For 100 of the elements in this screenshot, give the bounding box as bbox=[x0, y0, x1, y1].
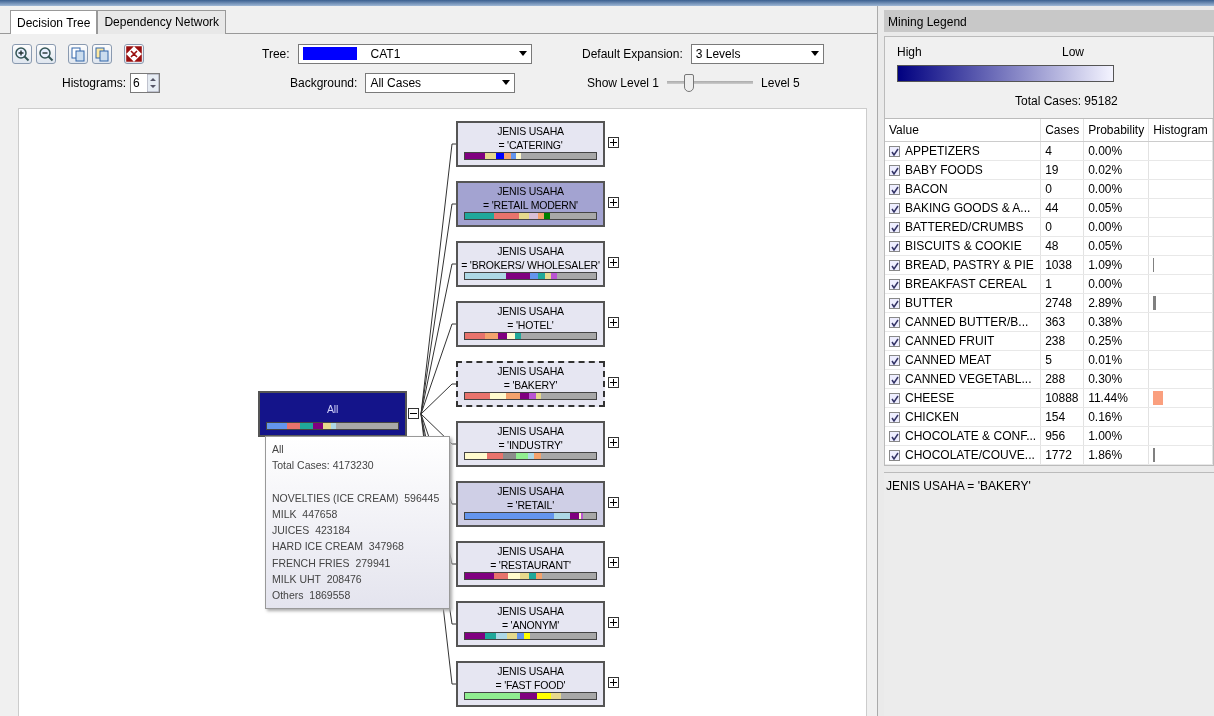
node-attribute: JENIS USAHA bbox=[496, 544, 565, 558]
tooltip-total: Total Cases: 4173230 bbox=[272, 458, 375, 474]
checkbox[interactable] bbox=[889, 222, 900, 233]
background-label: Background: bbox=[290, 74, 358, 92]
checkbox[interactable] bbox=[889, 317, 900, 328]
node-condition: = 'BAKERY' bbox=[502, 378, 559, 392]
expand-icon[interactable] bbox=[608, 677, 619, 688]
toolbar-button[interactable] bbox=[92, 43, 112, 64]
tree-node[interactable]: JENIS USAHA = 'ANONYM' bbox=[456, 601, 605, 647]
caret-icon bbox=[519, 51, 527, 56]
tree-node[interactable]: JENIS USAHA = 'BROKERS/ WHOLESALER' bbox=[456, 241, 605, 287]
tree-node[interactable]: JENIS USAHA = 'CATERING' bbox=[456, 121, 605, 167]
tree-node[interactable]: JENIS USAHA = 'RETAIL MODERN' bbox=[456, 181, 605, 227]
node-attribute: JENIS USAHA bbox=[496, 484, 565, 498]
value-text: CHOCOLATE/COUVE... bbox=[905, 447, 1035, 462]
tooltip-item: Others 1869558 bbox=[272, 588, 352, 604]
tree-node[interactable]: JENIS USAHA = 'INDUSTRY' bbox=[456, 421, 605, 467]
tree-node[interactable]: JENIS USAHA = 'RESTAURANT' bbox=[456, 541, 605, 587]
table-cell: 0.02% bbox=[1083, 160, 1149, 179]
checkbox[interactable] bbox=[889, 203, 900, 214]
tab[interactable]: Decision Tree bbox=[10, 10, 98, 34]
checkbox[interactable] bbox=[889, 165, 900, 176]
node-condition: = 'FAST FOOD' bbox=[494, 678, 567, 692]
total-cases: Total Cases: 95182 bbox=[1015, 93, 1119, 110]
table-cell: 0.05% bbox=[1083, 236, 1149, 255]
zoom-in-icon bbox=[14, 45, 30, 62]
value-text: BREAD, PASTRY & PIE bbox=[905, 257, 1034, 272]
table-cell: 2.89% bbox=[1083, 293, 1149, 312]
expand-icon[interactable] bbox=[608, 257, 619, 268]
table-cell: 0.00% bbox=[1083, 274, 1149, 293]
table-cell: 1 bbox=[1040, 274, 1084, 293]
table-cell: 288 bbox=[1040, 369, 1084, 388]
slider-thumb[interactable] bbox=[683, 73, 694, 92]
expansion-select[interactable]: 3 Levels bbox=[690, 43, 824, 64]
table-cell: 44 bbox=[1040, 198, 1084, 217]
expand-icon[interactable] bbox=[608, 557, 619, 568]
checkbox[interactable] bbox=[889, 298, 900, 309]
checkbox[interactable] bbox=[889, 260, 900, 271]
expand-icon[interactable] bbox=[608, 317, 619, 328]
node-attribute: JENIS USAHA bbox=[496, 604, 565, 618]
table-cell: 238 bbox=[1040, 331, 1084, 350]
tree-node[interactable]: JENIS USAHA = 'FAST FOOD' bbox=[456, 661, 605, 707]
toolbar-button[interactable] bbox=[12, 43, 32, 64]
high-label: High bbox=[897, 44, 922, 61]
checkbox[interactable] bbox=[889, 184, 900, 195]
tree-node[interactable]: JENIS USAHA = 'HOTEL' bbox=[456, 301, 605, 347]
value-text: BATTERED/CRUMBS bbox=[905, 219, 1024, 234]
checkbox[interactable] bbox=[889, 336, 900, 347]
value-text: BACON bbox=[905, 181, 948, 196]
checkbox[interactable] bbox=[889, 431, 900, 442]
checkbox[interactable] bbox=[889, 412, 900, 423]
toolbar-button[interactable] bbox=[124, 43, 144, 64]
expand-icon[interactable] bbox=[608, 497, 619, 508]
node-condition: = 'BROKERS/ WHOLESALER' bbox=[460, 258, 601, 272]
background-select[interactable]: All Cases bbox=[365, 72, 516, 93]
tooltip-item: MILK UHT 208476 bbox=[272, 572, 363, 588]
expand-icon[interactable] bbox=[608, 197, 619, 208]
checkbox[interactable] bbox=[889, 355, 900, 366]
expand-icon[interactable] bbox=[608, 437, 619, 448]
node-condition: = 'CATERING' bbox=[497, 138, 564, 152]
tab[interactable]: Dependency Network bbox=[97, 10, 227, 34]
copy-icon bbox=[70, 45, 86, 62]
checkbox[interactable] bbox=[889, 279, 900, 290]
table-cell: 11.44% bbox=[1083, 388, 1149, 407]
value-text: BUTTER bbox=[905, 295, 953, 310]
column-header: Probability bbox=[1083, 119, 1149, 141]
fit-icon bbox=[126, 45, 142, 62]
zoom-out-icon bbox=[38, 45, 54, 62]
expansion-label: Default Expansion: bbox=[582, 45, 683, 63]
checkbox[interactable] bbox=[889, 241, 900, 252]
checkbox[interactable] bbox=[889, 146, 900, 157]
column-header: Cases bbox=[1040, 119, 1084, 141]
table-cell: 0.00% bbox=[1083, 179, 1149, 198]
value-text: CHEESE bbox=[905, 390, 955, 405]
table-cell: 0 bbox=[1040, 217, 1084, 236]
collapse-icon[interactable] bbox=[408, 408, 419, 419]
histograms-spinner[interactable]: 6 bbox=[130, 72, 160, 93]
tree-node[interactable]: JENIS USAHA = 'RETAIL' bbox=[456, 481, 605, 527]
value-text: CHICKEN bbox=[905, 409, 959, 424]
tree-node[interactable]: All bbox=[258, 391, 407, 437]
expand-icon[interactable] bbox=[608, 617, 619, 628]
table-cell: 0.30% bbox=[1083, 369, 1149, 388]
tree-node[interactable]: JENIS USAHA = 'BAKERY' bbox=[456, 361, 605, 407]
expand-icon[interactable] bbox=[608, 377, 619, 388]
low-label: Low bbox=[1062, 44, 1084, 61]
expand-icon[interactable] bbox=[608, 137, 619, 148]
table-cell: 1.00% bbox=[1083, 426, 1149, 445]
checkbox[interactable] bbox=[889, 374, 900, 385]
checkbox[interactable] bbox=[889, 450, 900, 461]
node-condition: = 'ANONYM' bbox=[500, 618, 561, 632]
table-cell: 0.00% bbox=[1083, 141, 1149, 160]
table-cell: 154 bbox=[1040, 407, 1084, 426]
tree-select[interactable]: CAT1 bbox=[297, 43, 532, 64]
spinner-arrows-icon bbox=[147, 73, 159, 92]
value-text: CANNED BUTTER/B... bbox=[905, 314, 1029, 329]
toolbar-button[interactable] bbox=[36, 43, 56, 64]
caret-icon bbox=[502, 80, 511, 85]
checkbox[interactable] bbox=[889, 393, 900, 404]
tooltip-item: HARD ICE CREAM 347968 bbox=[272, 539, 405, 555]
tooltip-item: NOVELTIES (ICE CREAM) 596445 bbox=[272, 490, 441, 506]
